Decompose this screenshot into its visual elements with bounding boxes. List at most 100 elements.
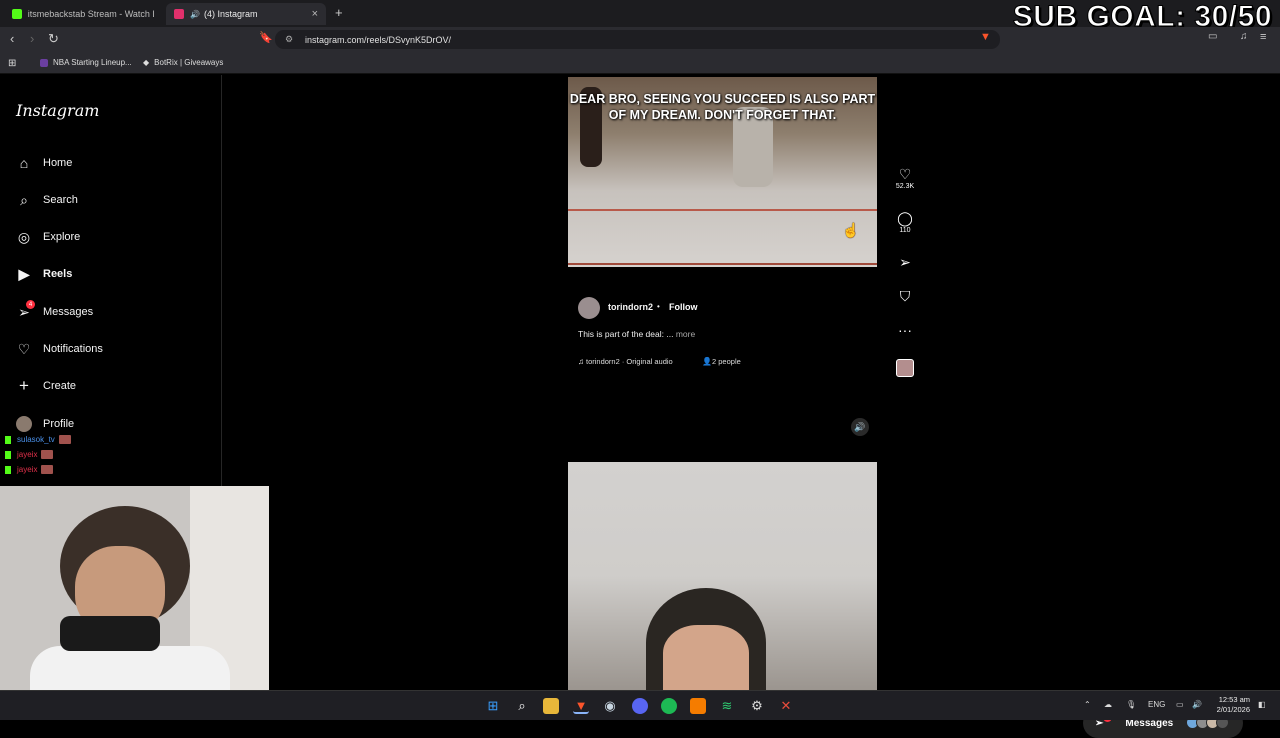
- plus-icon: +: [19, 376, 29, 395]
- media-icon[interactable]: ♫: [1240, 31, 1248, 42]
- author-avatar[interactable]: [578, 297, 600, 319]
- address-bar: ‹ › ↻ 🔖 ⚙ instagram.com/reels/DSvynK5DrO…: [0, 27, 1280, 52]
- send-icon[interactable]: ➢: [893, 255, 917, 269]
- close-tab-icon[interactable]: ×: [312, 8, 318, 20]
- app-icon[interactable]: ✕: [778, 698, 794, 714]
- reels-icon: ▶: [18, 265, 30, 282]
- chat-line: jayeix: [5, 450, 54, 459]
- messages-badge: 4: [26, 300, 35, 309]
- network-icon[interactable]: ▭: [1176, 700, 1184, 709]
- heart-icon: ♡: [17, 340, 31, 357]
- search-icon: ⌕: [20, 191, 28, 208]
- reload-icon[interactable]: ↻: [48, 31, 59, 47]
- volume-icon[interactable]: 🔊: [851, 418, 869, 436]
- brave-browser-icon[interactable]: ▼: [573, 698, 589, 714]
- nba-favicon-icon: [40, 58, 48, 67]
- chat-user: jayeix: [17, 465, 38, 474]
- apps-grid-icon[interactable]: ⊞: [8, 58, 16, 69]
- avatar-icon: [16, 416, 32, 432]
- more-icon[interactable]: ···: [893, 323, 917, 337]
- emote-icon: [41, 450, 54, 459]
- windows-taskbar: ⊞ ⌕ ▼ ◉ ≋ ⚙ ✕ ⌃ ☁ 🎙 ENG ▭ 🔊 12:53 am 2/0…: [0, 690, 1280, 720]
- windows-start-icon[interactable]: ⊞: [485, 698, 501, 714]
- steam-icon[interactable]: ◉: [602, 698, 618, 714]
- more-options-action[interactable]: ···: [893, 323, 917, 337]
- chat-line: sulasok_tv: [5, 435, 71, 444]
- app-icon[interactable]: [690, 698, 706, 714]
- sidebar-item-profile[interactable]: Profile: [16, 416, 74, 432]
- reel-meta: torindorn2 • Follow This is part of the …: [568, 267, 877, 387]
- app-icon[interactable]: ⚙: [749, 698, 765, 714]
- description-text: This is part of the deal: ...: [578, 329, 674, 339]
- more-link[interactable]: more: [676, 329, 695, 339]
- sidebar-item-notifications[interactable]: ♡ Notifications: [16, 341, 103, 357]
- site-info-icon[interactable]: ⚙: [285, 34, 293, 45]
- kick-icon: [5, 435, 11, 444]
- forward-icon[interactable]: ›: [30, 31, 34, 46]
- emote-icon: [58, 435, 71, 444]
- comment-count: 110: [899, 227, 911, 234]
- tagged-people-link[interactable]: 2 people: [712, 357, 741, 366]
- notification-icon[interactable]: ◧: [1258, 700, 1266, 709]
- separator-dot: •: [657, 302, 660, 311]
- search-icon[interactable]: ⌕: [514, 698, 530, 714]
- author-handle[interactable]: torindorn2: [608, 302, 653, 312]
- sidebar-item-label: Create: [43, 380, 77, 392]
- webcam-overlay: [0, 486, 269, 720]
- save-action[interactable]: ⛉: [893, 289, 917, 303]
- sidebar-item-messages[interactable]: ➢ 4 Messages: [16, 300, 93, 320]
- sidebar-toggle-icon[interactable]: ▭: [1208, 31, 1217, 42]
- sidebar-item-reels[interactable]: ▶ Reels: [16, 265, 73, 282]
- comment-icon[interactable]: ◯: [893, 211, 917, 225]
- bookmark-icon[interactable]: 🔖: [259, 31, 273, 44]
- menu-icon[interactable]: ≡: [1260, 31, 1266, 43]
- instagram-favicon-icon: [174, 9, 184, 19]
- sidebar-item-home[interactable]: ⌂ Home: [16, 155, 73, 171]
- reel-video[interactable]: DEAR BRO, SEEING YOU SUCCEED IS ALSO PAR…: [568, 77, 877, 267]
- tab-kick-stream[interactable]: itsmebackstab Stream - Watch Live o: [4, 3, 162, 25]
- language-indicator[interactable]: ENG: [1148, 700, 1165, 709]
- next-reel-video[interactable]: 🔊: [568, 410, 877, 690]
- bookmark-label: NBA Starting Lineup...: [53, 58, 132, 67]
- tab-instagram[interactable]: 🔊 (4) Instagram ×: [166, 3, 326, 25]
- original-audio-link[interactable]: torindorn2 · Original audio: [586, 357, 673, 366]
- new-tab-icon[interactable]: +: [335, 5, 343, 20]
- person-icon: 👤: [702, 357, 712, 366]
- volume-icon[interactable]: 🔊: [1192, 700, 1202, 709]
- audio-thumbnail[interactable]: [896, 359, 914, 377]
- discord-icon[interactable]: [632, 698, 648, 714]
- follow-button[interactable]: Follow: [669, 302, 698, 312]
- bookmark-botrix[interactable]: ◆ BotRix | Giveaways: [143, 58, 223, 67]
- brave-shield-icon[interactable]: ▼: [980, 31, 991, 43]
- sidebar-item-explore[interactable]: ◎ Explore: [16, 229, 80, 245]
- spotify-icon[interactable]: [661, 698, 677, 714]
- bookmark-label: BotRix | Giveaways: [154, 58, 224, 67]
- tray-expand-icon[interactable]: ⌃: [1084, 700, 1091, 709]
- mic-icon[interactable]: 🎙: [1126, 700, 1136, 709]
- microphone: [60, 616, 160, 651]
- comment-action[interactable]: ◯ 110: [893, 211, 917, 234]
- sidebar-item-create[interactable]: + Create: [16, 376, 77, 395]
- sidebar-item-label: Notifications: [43, 343, 103, 355]
- sidebar-item-search[interactable]: ⌕ Search: [16, 192, 78, 208]
- browser-tab-bar: itsmebackstab Stream - Watch Live o 🔊 (4…: [0, 0, 1280, 34]
- chat-user: jayeix: [17, 450, 38, 459]
- hand-cursor-icon: ☝: [842, 222, 860, 238]
- share-action[interactable]: ➢: [893, 255, 917, 269]
- url-field[interactable]: ⚙ instagram.com/reels/DSvynK5DrOV/: [275, 30, 1000, 49]
- file-explorer-icon[interactable]: [543, 698, 559, 714]
- instagram-logo[interactable]: Instagram: [16, 101, 99, 120]
- heart-icon[interactable]: ♡: [893, 167, 917, 181]
- sidebar-item-label: Explore: [43, 231, 81, 243]
- clock[interactable]: 12:53 am 2/01/2026: [1217, 695, 1250, 715]
- back-icon[interactable]: ‹: [10, 31, 14, 46]
- bookmark-nba[interactable]: NBA Starting Lineup...: [40, 58, 132, 67]
- app-icon[interactable]: ≋: [719, 698, 735, 714]
- like-action[interactable]: ♡ 52.3K: [893, 167, 917, 190]
- url-text: instagram.com/reels/DSvynK5DrOV/: [305, 34, 452, 45]
- speaker-icon[interactable]: 🔊: [190, 10, 200, 19]
- tab-label: (4) Instagram: [203, 9, 258, 19]
- bookmark-icon[interactable]: ⛉: [893, 289, 917, 303]
- tab-label: itsmebackstab Stream - Watch Live o: [27, 9, 154, 19]
- onedrive-icon[interactable]: ☁: [1104, 700, 1112, 709]
